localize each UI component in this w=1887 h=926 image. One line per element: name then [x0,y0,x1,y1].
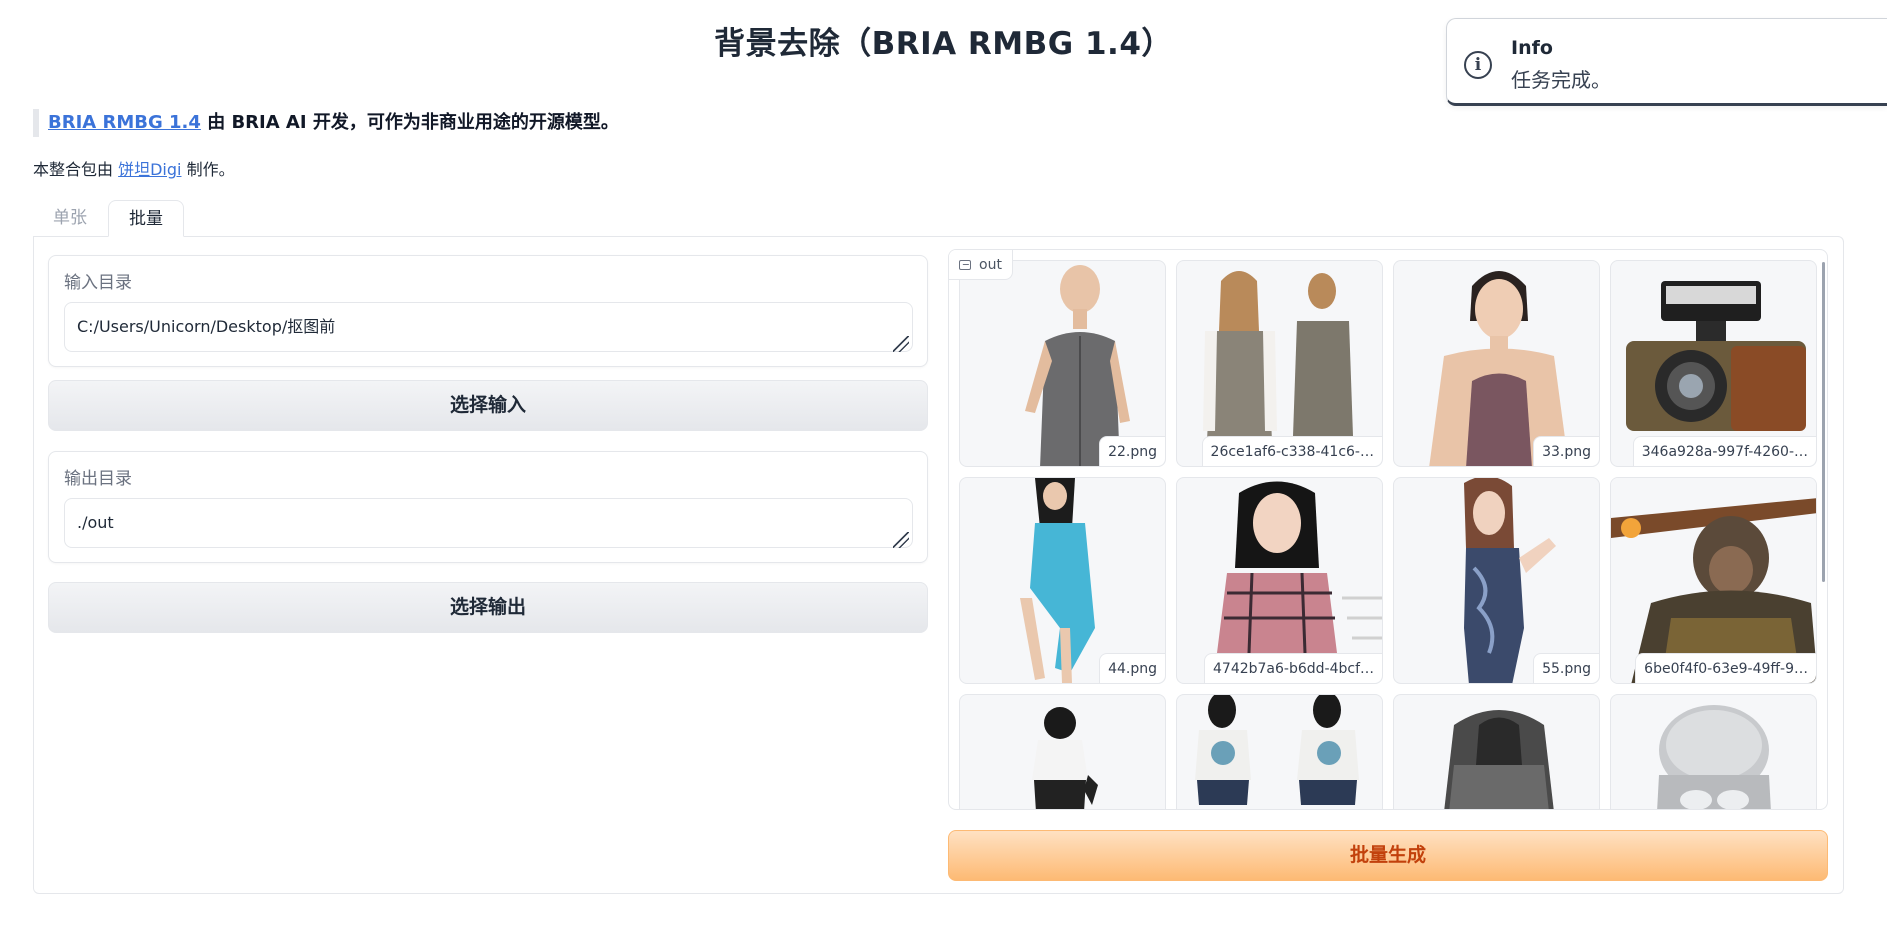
thumb-caption: 22.png [1099,436,1165,466]
description-text: 由 BRIA AI 开发，可作为非商业用途的开源模型。 [207,112,619,133]
output-dir-field[interactable]: ./out [64,498,913,548]
gallery-thumb[interactable] [1393,694,1600,809]
select-output-button[interactable]: 选择输出 [48,582,928,633]
gallery-thumb[interactable]: 33.png [1393,260,1600,467]
thumb-image [1657,705,1771,809]
toast-title: Info [1511,37,1553,59]
resize-grip-icon[interactable] [893,336,909,352]
model-link[interactable]: BRIA RMBG 1.4 [48,112,201,133]
gallery-thumb[interactable]: 4742b7a6-b6dd-4bcf… [1176,477,1383,684]
tab-batch[interactable]: 批量 [108,200,184,237]
select-input-button[interactable]: 选择输入 [48,380,928,431]
thumb-caption: 4742b7a6-b6dd-4bcf… [1204,653,1382,683]
gallery-thumb[interactable]: 346a928a-997f-4260-… [1610,260,1817,467]
thumb-caption: 26ce1af6-c338-41c6-… [1201,436,1382,466]
info-icon: i [1464,51,1492,79]
gallery-scrollbar[interactable] [1822,262,1825,582]
thumb-caption: 33.png [1533,436,1599,466]
gallery-thumb[interactable] [959,694,1166,809]
input-dir-field[interactable]: C:/Users/Unicorn/Desktop/抠图前 [64,302,913,352]
input-dir-label: 输入目录 [64,273,132,293]
output-dir-block: 输出目录 ./out [48,451,928,563]
gallery-thumb[interactable] [1610,694,1817,809]
gallery-label-text: out [979,257,1002,273]
output-dir-label: 输出目录 [64,469,132,489]
thumb-caption: 6be0f4f0-63e9-49ff-9… [1635,653,1816,683]
app-page: 背景去除（BRIA RMBG 1.4） i Info 任务完成。 BRIA RM… [0,0,1887,926]
gallery-thumb[interactable]: 55.png [1393,477,1600,684]
gallery-thumb[interactable]: 26ce1af6-c338-41c6-… [1176,260,1383,467]
image-icon [959,260,971,270]
thumb-caption: 55.png [1533,653,1599,683]
gallery-thumb[interactable]: 6be0f4f0-63e9-49ff-9… [1610,477,1817,684]
input-dir-block: 输入目录 C:/Users/Unicorn/Desktop/抠图前 [48,255,928,367]
thumb-caption: 44.png [1099,653,1165,683]
info-toast[interactable]: i Info 任务完成。 [1446,18,1887,106]
credit-suffix: 制作。 [186,160,235,179]
credit-prefix: 本整合包由 [33,160,114,179]
thumb-image [1444,710,1554,809]
batch-generate-button[interactable]: 批量生成 [948,830,1828,881]
toast-message: 任务完成。 [1511,68,1611,92]
resize-grip-icon[interactable] [893,532,909,548]
model-description: BRIA RMBG 1.4 由 BRIA AI 开发，可作为非商业用途的开源模型… [33,109,619,137]
gallery-label: out [949,250,1013,280]
gallery-thumb[interactable]: 44.png [959,477,1166,684]
output-gallery[interactable]: out 22.png 26ce1af6-c338-41c6-… 33.png 3… [948,249,1828,810]
thumb-image [1032,707,1098,809]
author-link[interactable]: 饼坦Digi [118,160,181,179]
thumb-caption: 346a928a-997f-4260-… [1632,436,1816,466]
gallery-thumb[interactable]: 22.png [959,260,1166,467]
thumb-image [1195,695,1359,805]
gallery-thumb[interactable] [1176,694,1383,809]
credit-line: 本整合包由 饼坦Digi 制作。 [33,156,235,180]
tab-single[interactable]: 单张 [33,200,107,237]
